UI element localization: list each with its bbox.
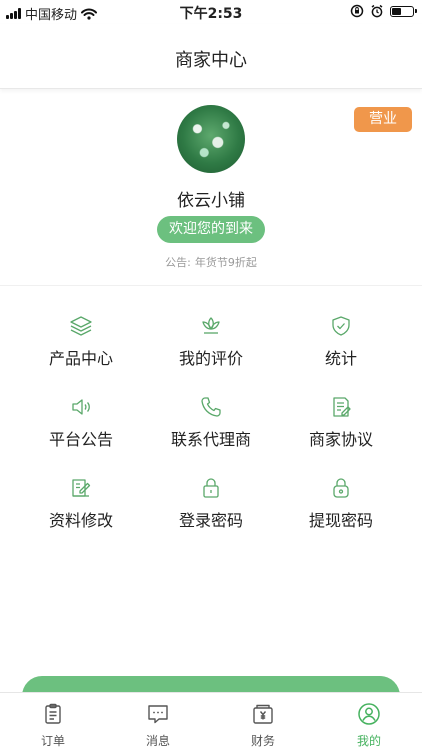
tab-label: 财务 [250, 734, 275, 748]
menu-item-withdraw-password[interactable]: 提现密码 [271, 476, 411, 546]
tab-label: 订单 [40, 734, 65, 748]
rotation-lock-icon [350, 4, 364, 18]
menu-item-label: 统计 [324, 349, 357, 368]
shop-notice: 公告: 年货节9折起 [0, 254, 422, 270]
menu-item-product-center[interactable]: 产品中心 [11, 314, 151, 384]
menu-item-platform-notice[interactable]: 平台公告 [11, 395, 151, 465]
menu-item-edit-profile[interactable]: 资料修改 [11, 476, 151, 546]
nav-bar: 商家中心 [0, 24, 422, 89]
status-bar: 中国移动 下午2:53 [0, 0, 422, 24]
shield-check-icon [332, 316, 350, 336]
lotus-icon [202, 317, 220, 334]
menu-item-contact-agent[interactable]: 联系代理商 [141, 395, 281, 465]
notice-label: 公告: [165, 256, 191, 269]
shop-name: 依云小铺 [177, 191, 245, 211]
menu-item-my-reviews[interactable]: 我的评价 [141, 314, 281, 384]
tab-messages[interactable]: 消息 [105, 693, 211, 751]
tab-label: 消息 [145, 734, 170, 748]
menu-item-label: 我的评价 [178, 349, 243, 368]
tab-label: 我的 [356, 734, 381, 748]
menu-item-label: 资料修改 [48, 511, 113, 530]
menu-item-label: 登录密码 [178, 511, 243, 530]
shop-avatar[interactable] [177, 105, 245, 173]
edit-icon [72, 479, 91, 497]
lock-icon [203, 478, 219, 498]
speaker-icon [72, 399, 90, 415]
welcome-button[interactable]: 欢迎您的到来 [157, 216, 265, 243]
menu-item-statistics[interactable]: 统计 [271, 314, 411, 384]
notice-text: 年货节9折起 [194, 256, 257, 269]
alarm-icon [371, 4, 383, 18]
clipboard-icon [45, 703, 61, 724]
battery-icon [390, 5, 417, 17]
section-divider [0, 285, 422, 286]
document-icon [333, 397, 351, 417]
menu-item-label: 产品中心 [48, 349, 113, 368]
chat-icon [148, 705, 168, 724]
menu-item-label: 平台公告 [48, 430, 113, 449]
tab-finance[interactable]: 财务 [210, 693, 316, 751]
menu-item-label: 联系代理商 [170, 430, 251, 449]
menu-item-merchant-agreement[interactable]: 商家协议 [271, 395, 411, 465]
tab-bar: 订单 消息 财务 我的 [0, 692, 422, 751]
status-bar-right [350, 4, 417, 18]
tab-mine[interactable]: 我的 [316, 693, 422, 751]
phone-icon [201, 397, 221, 417]
tab-orders[interactable]: 订单 [0, 693, 106, 751]
user-icon [358, 703, 380, 725]
shop-status-badge[interactable]: 营业 [354, 107, 412, 132]
lock-icon [333, 478, 349, 498]
menu-item-label: 提现密码 [308, 511, 373, 530]
page-title: 商家中心 [175, 50, 247, 71]
menu-item-login-password[interactable]: 登录密码 [141, 476, 281, 546]
menu-item-label: 商家协议 [308, 430, 373, 449]
wallet-icon [253, 704, 273, 724]
layers-icon [70, 316, 92, 336]
